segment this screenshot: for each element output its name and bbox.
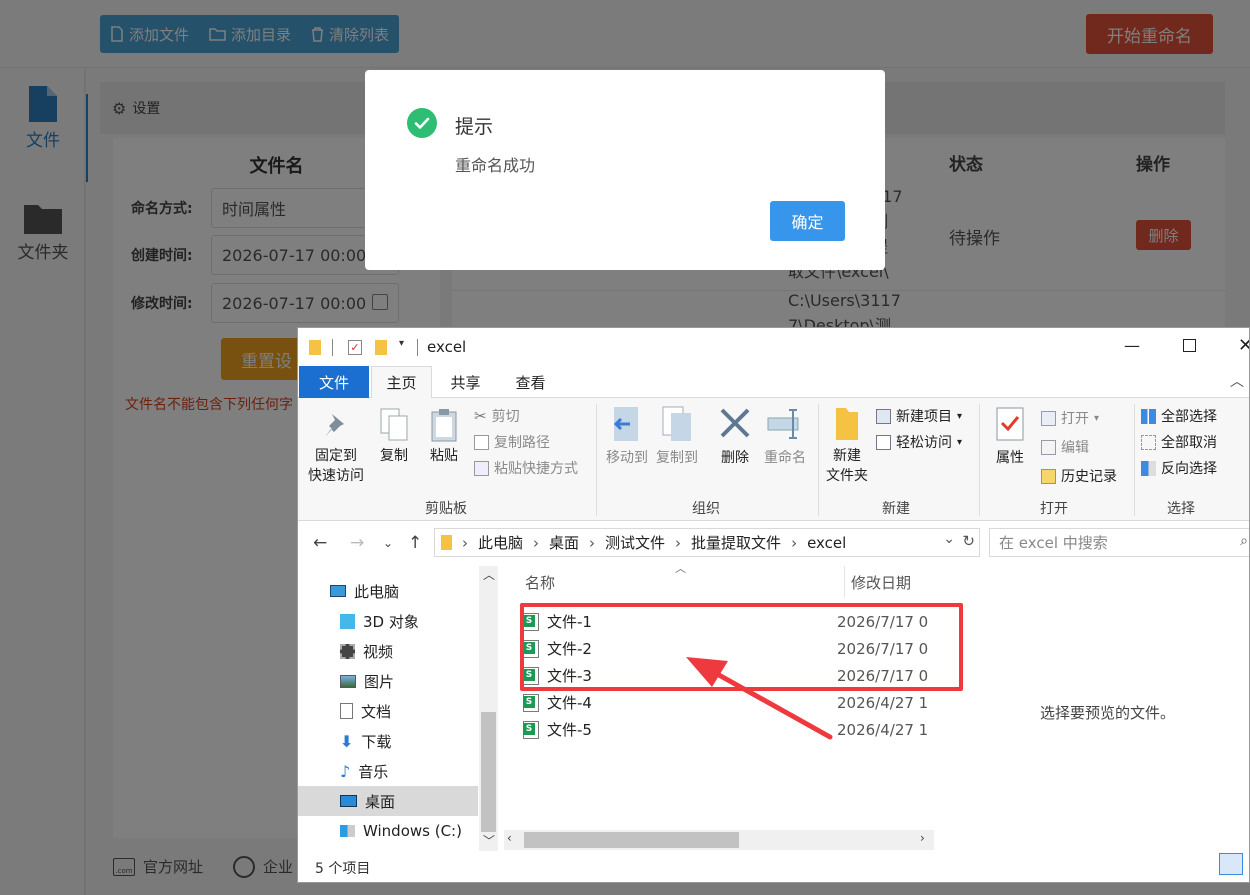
annotation-arrow-icon [686, 657, 833, 740]
